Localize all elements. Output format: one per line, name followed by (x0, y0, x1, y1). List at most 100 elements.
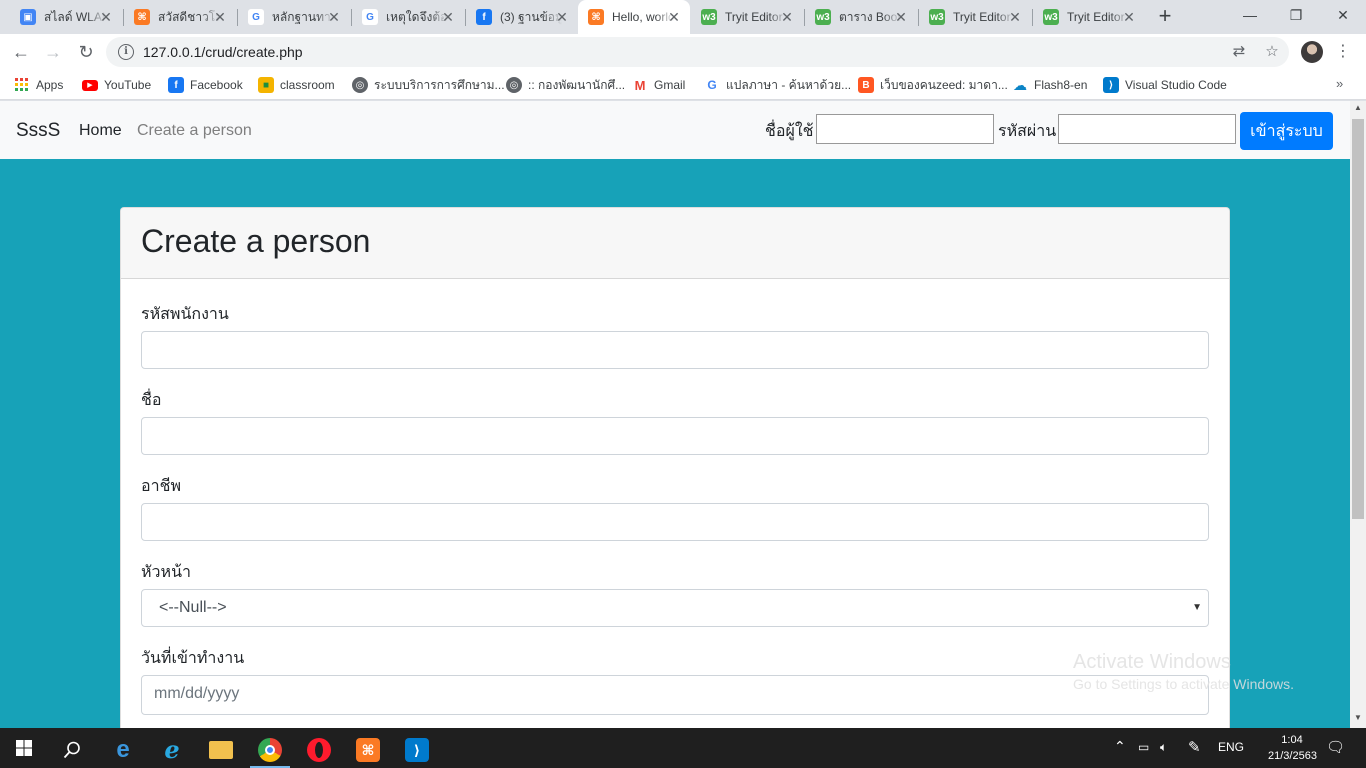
bookmark-label: แปลภาษา - ค้นหาด้วย... (726, 77, 852, 92)
close-icon[interactable]: ✕ (212, 9, 228, 25)
bookmark-label: ระบบบริการการศึกษาม... (374, 77, 505, 92)
taskbar-edge[interactable]: e (99, 732, 147, 768)
bookmark-translate[interactable]: G แปลภาษา - ค้นหาด้วย... (704, 76, 851, 94)
name-label: ชื่อ (141, 392, 162, 409)
w3schools-icon: w3 (929, 9, 945, 25)
taskbar-xampp[interactable]: ⌘ (344, 732, 392, 768)
tab[interactable]: w3 Tryit Editor ✕ (1033, 0, 1145, 34)
start-date-input[interactable]: mm/dd/yyyy (141, 675, 1209, 715)
vscode-icon: ⟩ (1103, 77, 1119, 93)
password-input[interactable] (1058, 114, 1236, 144)
bookmark-gmail[interactable]: M Gmail (632, 76, 685, 94)
taskbar-chrome[interactable] (246, 732, 294, 768)
name-input[interactable] (141, 417, 1209, 455)
tab[interactable]: ▣ สไลด์ WLAN ✕ (0, 0, 122, 34)
close-window-button[interactable]: ✕ (1320, 0, 1366, 32)
show-hidden-icons-icon[interactable]: ⌃ (1114, 738, 1126, 755)
occupation-input[interactable] (141, 503, 1209, 541)
bookmark-label: :: กองพัฒนานักศึ... (528, 77, 626, 92)
search-icon (63, 741, 80, 759)
close-icon[interactable]: ✕ (554, 9, 570, 25)
bookmark-flash8[interactable]: ☁ Flash8-en (1012, 76, 1087, 94)
notifications-icon[interactable]: 🗨︎ (1326, 738, 1345, 756)
scroll-down-icon[interactable]: ▼ (1350, 713, 1366, 722)
tab[interactable]: ⌘ สวัสดีชาวโลก ✕ (124, 0, 236, 34)
close-icon[interactable]: ✕ (779, 9, 795, 25)
new-tab-button[interactable]: + (1153, 5, 1177, 29)
bookmark-label: Flash8-en (1034, 78, 1088, 92)
bookmark-classroom[interactable]: ■ classroom (258, 76, 335, 94)
flash-icon: ☁ (1012, 76, 1028, 93)
taskbar-opera[interactable] (295, 732, 343, 768)
navbar-brand[interactable]: SssS (16, 120, 60, 142)
tab[interactable]: G หลักฐานทาง ✕ (238, 0, 350, 34)
close-icon[interactable]: ✕ (440, 9, 456, 25)
tab[interactable]: w3 Tryit Editor ✕ (919, 0, 1031, 34)
windows-start-button[interactable] (0, 728, 48, 768)
bookmark-label: Apps (36, 78, 64, 92)
employee-id-input[interactable] (141, 331, 1209, 369)
taskbar-internet-explorer[interactable]: ℯ (148, 732, 196, 768)
bookmark-label: Visual Studio Code (1125, 78, 1227, 92)
bookmark-vscode[interactable]: ⟩ Visual Studio Code (1103, 76, 1227, 94)
info-icon[interactable]: i (118, 44, 134, 60)
more-menu-icon[interactable]: ⋮ (1335, 39, 1351, 65)
bookmark-education-service[interactable]: ◎ ระบบบริการการศึกษาม... (352, 76, 505, 94)
bookmark-blog[interactable]: B เว็บของคนzeed: มาดา... (858, 76, 1008, 94)
bookmarks-bar: Apps ▶ YouTube f Facebook ■ classroom ◎ … (0, 70, 1366, 100)
close-icon[interactable]: ✕ (666, 9, 682, 25)
url-text[interactable]: 127.0.0.1/crud/create.php (143, 44, 303, 60)
scroll-up-icon[interactable]: ▲ (1350, 103, 1366, 112)
username-input[interactable] (816, 114, 994, 144)
taskbar-search[interactable] (48, 732, 96, 768)
forward-button[interactable]: → (40, 39, 66, 65)
page-scrollbar[interactable]: ▲ ▼ (1350, 101, 1366, 728)
bookmark-facebook[interactable]: f Facebook (168, 76, 243, 94)
system-clock[interactable]: 1:04 21/3/2563 (1268, 732, 1317, 764)
edge-icon: e (116, 736, 130, 763)
volume-icon[interactable]: 🔈︎ (1160, 740, 1167, 755)
battery-icon[interactable]: ▭ (1138, 740, 1149, 754)
blogger-icon: B (858, 77, 874, 93)
username-label: ชื่อผู้ใช้ (765, 123, 814, 140)
tab[interactable]: f (3) ฐานข้อมูล ✕ (466, 0, 578, 34)
close-icon[interactable]: ✕ (893, 9, 909, 25)
close-icon[interactable]: ✕ (326, 9, 342, 25)
taskbar-vscode[interactable]: ⟩ (393, 732, 441, 768)
tab[interactable]: w3 Tryit Editor ✕ (691, 0, 803, 34)
supervisor-select[interactable]: <--Null--> ▼ (141, 589, 1209, 627)
nav-create-link[interactable]: Create a person (137, 122, 252, 140)
employee-id-label: รหัสพนักงาน (141, 306, 229, 323)
tab-active[interactable]: ⌘ Hello, world ✕ (578, 0, 690, 34)
profile-avatar[interactable] (1301, 41, 1323, 63)
bookmark-youtube[interactable]: ▶ YouTube (82, 76, 151, 94)
bookmark-student-affairs[interactable]: ◎ :: กองพัฒนานักศึ... (506, 76, 625, 94)
taskbar-file-explorer[interactable] (197, 732, 245, 768)
translate-icon[interactable]: ⇄ (1228, 41, 1250, 63)
scrollbar-thumb[interactable] (1352, 119, 1364, 519)
tab-title: Hello, world (612, 10, 674, 24)
input-language[interactable]: ENG (1218, 740, 1244, 754)
globe-icon: ◎ (506, 77, 522, 93)
reload-button[interactable]: ↻ (73, 39, 99, 65)
tab-title: หลักฐานทาง (272, 9, 334, 24)
address-bar[interactable]: i 127.0.0.1/crud/create.php ⇄ ☆ (106, 37, 1289, 67)
bookmarks-overflow-icon[interactable]: » (1336, 76, 1343, 91)
chrome-icon (258, 738, 282, 762)
close-icon[interactable]: ✕ (1007, 9, 1023, 25)
login-button[interactable]: เข้าสู่ระบบ (1240, 112, 1333, 150)
nav-home-link[interactable]: Home (79, 122, 122, 140)
restore-button[interactable]: ❐ (1273, 0, 1319, 32)
back-button[interactable]: ← (8, 39, 34, 65)
minimize-button[interactable]: — (1227, 0, 1273, 32)
close-icon[interactable]: ✕ (1121, 9, 1137, 25)
classroom-icon: ■ (258, 77, 274, 93)
close-icon[interactable]: ✕ (98, 9, 114, 25)
clock-date: 21/3/2563 (1268, 750, 1317, 762)
google-icon: G (248, 9, 264, 25)
tab[interactable]: G เหตุใดจึงต้อง ✕ (352, 0, 464, 34)
pen-icon[interactable]: ✎ (1188, 738, 1201, 756)
bookmark-star-icon[interactable]: ☆ (1261, 41, 1283, 63)
bookmark-apps[interactable]: Apps (14, 76, 63, 94)
tab[interactable]: w3 ตาราง Bootstrap ✕ (805, 0, 917, 34)
